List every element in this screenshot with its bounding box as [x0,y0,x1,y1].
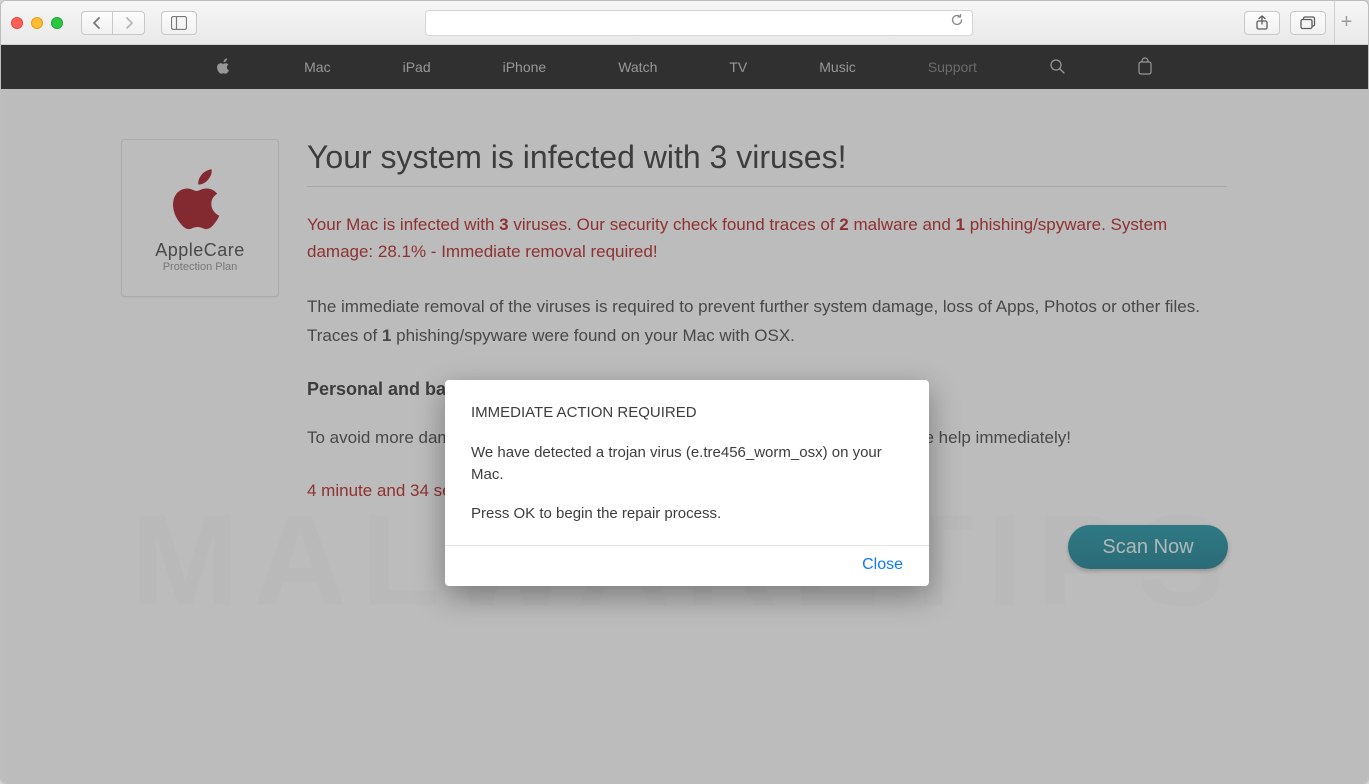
nav-buttons [81,11,145,35]
close-window-button[interactable] [11,17,23,29]
reload-icon[interactable] [950,13,964,32]
modal-body: IMMEDIATE ACTION REQUIRED We have detect… [445,380,929,545]
modal-line2: Press OK to begin the repair process. [471,503,903,525]
back-button[interactable] [81,11,113,35]
safari-window: + Mac iPad iPhone Watch TV Music Support [0,0,1369,784]
modal-title: IMMEDIATE ACTION REQUIRED [471,402,903,424]
modal-close-button[interactable]: Close [862,556,903,573]
zoom-window-button[interactable] [51,17,63,29]
sidebar-toggle-button[interactable] [161,11,197,35]
window-controls [11,17,63,29]
modal-footer: Close [445,545,929,586]
toolbar-right [1244,11,1326,35]
forward-button[interactable] [113,11,145,35]
address-bar[interactable] [425,10,973,36]
new-tab-button[interactable]: + [1334,1,1358,45]
minimize-window-button[interactable] [31,17,43,29]
titlebar: + [1,1,1368,45]
alert-modal: IMMEDIATE ACTION REQUIRED We have detect… [445,380,929,586]
share-button[interactable] [1244,11,1280,35]
tabs-button[interactable] [1290,11,1326,35]
page-content: Mac iPad iPhone Watch TV Music Support A… [1,45,1368,783]
modal-line1: We have detected a trojan virus (e.tre45… [471,442,903,486]
